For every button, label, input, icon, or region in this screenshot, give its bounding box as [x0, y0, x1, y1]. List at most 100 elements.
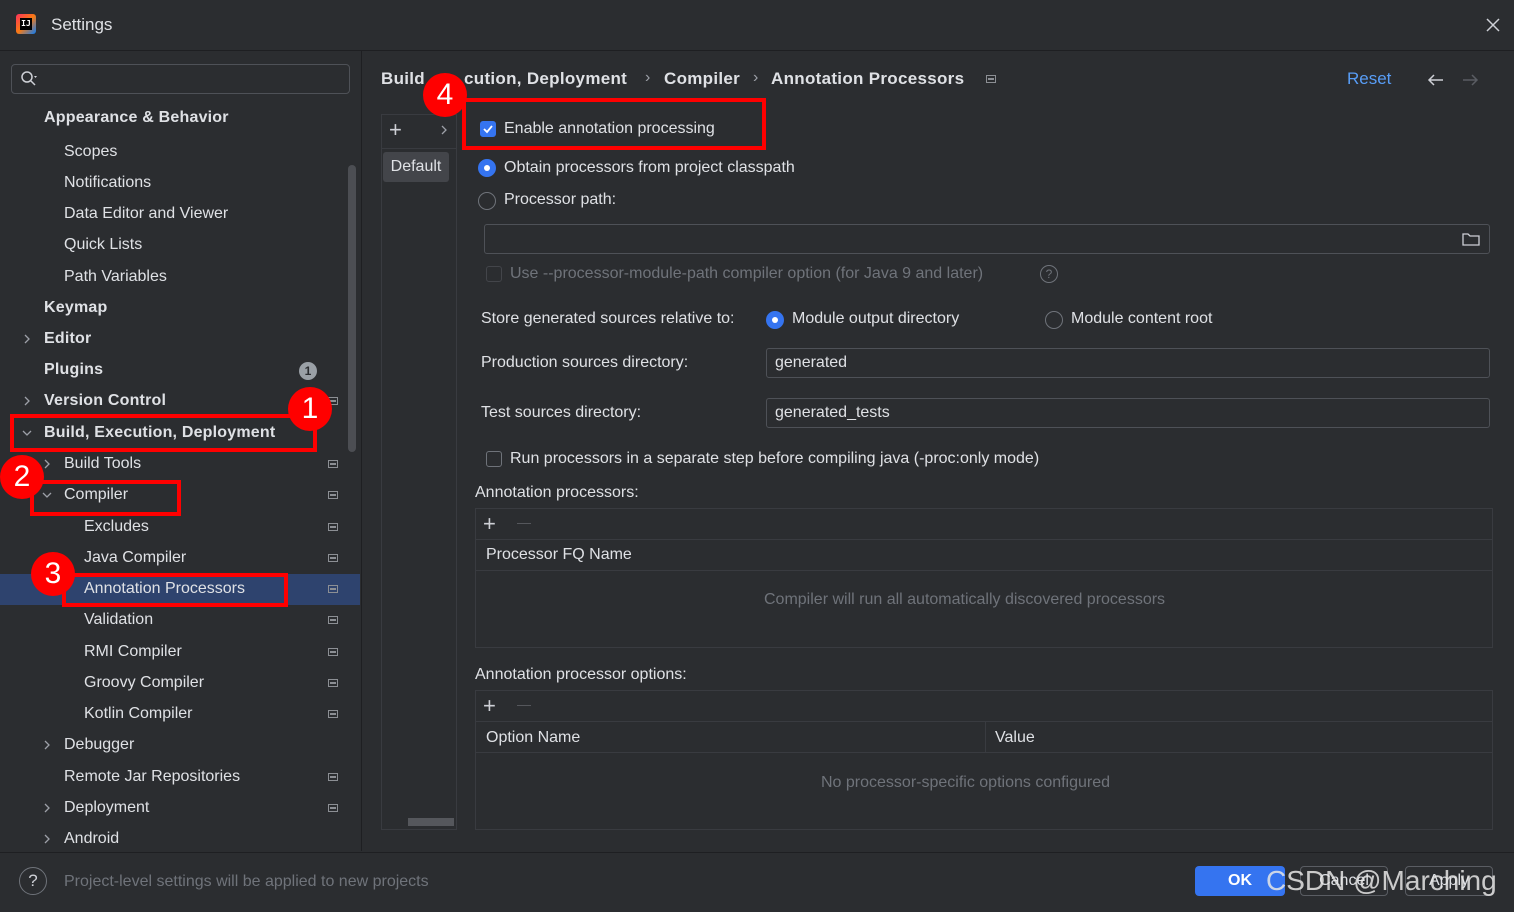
project-level-icon	[328, 523, 338, 531]
close-icon[interactable]	[1480, 12, 1506, 38]
tree-item-deployment[interactable]: Deployment	[64, 793, 149, 823]
window-title: Settings	[51, 15, 113, 34]
chevron-right-icon[interactable]	[439, 125, 449, 135]
use-module-path-checkbox[interactable]	[486, 266, 502, 282]
divider	[476, 570, 1492, 571]
tree-item-notifications[interactable]: Notifications	[64, 168, 151, 198]
chevron-right-icon[interactable]	[22, 396, 32, 406]
project-level-icon	[328, 648, 338, 656]
tree-item-kotlin-compiler[interactable]: Kotlin Compiler	[84, 699, 192, 729]
chevron-right-icon[interactable]	[42, 459, 52, 469]
test-dir-input[interactable]: generated_tests	[766, 398, 1490, 428]
search-input[interactable]	[11, 64, 350, 94]
help-icon[interactable]: ?	[1040, 265, 1058, 283]
production-dir-input[interactable]: generated	[766, 348, 1490, 378]
tree-item-keymap[interactable]: Keymap	[44, 293, 107, 323]
test-dir-label: Test sources directory:	[481, 404, 642, 421]
annotation-badge-1: 1	[288, 387, 332, 431]
options-table	[475, 690, 1493, 830]
processor-fq-header[interactable]: Processor FQ Name	[486, 546, 632, 564]
back-arrow-icon[interactable]	[1426, 72, 1446, 88]
reset-link[interactable]: Reset	[1347, 69, 1391, 89]
tree-item-groovy-compiler[interactable]: Groovy Compiler	[84, 668, 204, 698]
options-title: Annotation processor options:	[475, 666, 687, 683]
options-empty-text: No processor-specific options configured	[821, 774, 1111, 791]
processor-path-label[interactable]: Processor path:	[504, 191, 616, 209]
run-separate-checkbox[interactable]	[486, 451, 502, 467]
breadcrumb-build-rest[interactable]: cution, Deployment	[464, 69, 627, 89]
profile-default[interactable]: Default	[383, 152, 449, 182]
option-value-header[interactable]: Value	[995, 729, 1035, 747]
breadcrumb-build[interactable]: Build	[381, 69, 425, 89]
use-module-path-label: Use --processor-module-path compiler opt…	[510, 265, 984, 282]
divider	[476, 721, 1492, 722]
project-level-icon	[328, 491, 338, 499]
help-button[interactable]: ?	[19, 867, 47, 895]
chevron-right-icon[interactable]	[22, 334, 32, 344]
run-separate-label[interactable]: Run processors in a separate step before…	[510, 450, 1039, 468]
module-content-label[interactable]: Module content root	[1071, 310, 1212, 328]
tree-item-appearance[interactable]: Appearance & Behavior	[44, 103, 229, 133]
processor-path-input[interactable]	[484, 224, 1490, 254]
obtain-classpath-label[interactable]: Obtain processors from project classpath	[504, 159, 795, 177]
production-dir-label: Production sources directory:	[481, 354, 689, 371]
processors-table	[475, 508, 1493, 648]
breadcrumb-separator: ›	[753, 69, 759, 86]
project-level-icon	[328, 679, 338, 687]
plugins-update-badge: 1	[299, 362, 317, 380]
tree-item-version-control[interactable]: Version Control	[44, 386, 166, 416]
intellij-logo-icon: IJ	[16, 14, 36, 34]
annotation-badge-4: 4	[423, 73, 467, 117]
column-divider	[985, 722, 986, 753]
chevron-right-icon[interactable]	[42, 803, 52, 813]
processors-title: Annotation processors:	[475, 484, 639, 501]
remove-option-icon[interactable]	[517, 705, 531, 706]
forward-arrow-icon[interactable]	[1460, 72, 1480, 88]
annotation-box-4	[462, 98, 766, 150]
project-level-icon	[328, 585, 338, 593]
project-level-icon	[328, 710, 338, 718]
tree-item-rmi-compiler[interactable]: RMI Compiler	[84, 637, 182, 667]
tree-item-quick-lists[interactable]: Quick Lists	[64, 230, 142, 260]
tree-item-excludes[interactable]: Excludes	[84, 512, 149, 542]
annotation-badge-3: 3	[31, 552, 75, 596]
project-level-icon	[328, 616, 338, 624]
tree-item-data-editor[interactable]: Data Editor and Viewer	[64, 199, 228, 229]
tree-item-android[interactable]: Android	[64, 824, 119, 854]
tree-item-debugger[interactable]: Debugger	[64, 730, 134, 760]
tree-scrollbar[interactable]	[348, 165, 356, 452]
tree-item-path-variables[interactable]: Path Variables	[64, 262, 167, 292]
tree-item-build-tools[interactable]: Build Tools	[64, 449, 141, 479]
tree-item-java-compiler[interactable]: Java Compiler	[84, 543, 186, 573]
tree-item-plugins[interactable]: Plugins	[44, 355, 103, 385]
project-level-icon	[328, 773, 338, 781]
annotation-box-2	[30, 480, 181, 516]
option-name-header[interactable]: Option Name	[486, 729, 580, 747]
divider	[381, 148, 457, 149]
profiles-scrollbar[interactable]	[408, 818, 454, 826]
tree-item-editor[interactable]: Editor	[44, 324, 91, 354]
tree-item-scopes[interactable]: Scopes	[64, 137, 402, 167]
chevron-right-icon[interactable]	[42, 740, 52, 750]
add-option-icon[interactable]: +	[483, 695, 496, 717]
add-processor-icon[interactable]: +	[483, 513, 496, 535]
tree-item-validation[interactable]: Validation	[84, 605, 153, 635]
title-bar	[0, 0, 1514, 51]
processor-path-radio[interactable]	[478, 192, 496, 210]
module-output-label[interactable]: Module output directory	[792, 310, 959, 328]
tree-item-label: Scopes	[64, 143, 118, 160]
module-output-radio[interactable]	[766, 311, 784, 329]
chevron-right-icon[interactable]	[42, 834, 52, 844]
module-content-radio[interactable]	[1045, 311, 1063, 329]
profiles-list	[381, 114, 457, 830]
annotation-badge-2: 2	[0, 455, 44, 499]
store-generated-label: Store generated sources relative to:	[481, 310, 735, 327]
tree-item-remote-jar[interactable]: Remote Jar Repositories	[64, 762, 240, 792]
obtain-classpath-radio[interactable]	[478, 159, 496, 177]
folder-icon[interactable]	[1462, 231, 1480, 247]
divider	[476, 752, 1492, 753]
search-icon	[21, 71, 37, 86]
add-profile-icon[interactable]: +	[389, 119, 402, 141]
remove-processor-icon[interactable]	[517, 523, 531, 524]
breadcrumb-compiler[interactable]: Compiler	[664, 69, 740, 89]
